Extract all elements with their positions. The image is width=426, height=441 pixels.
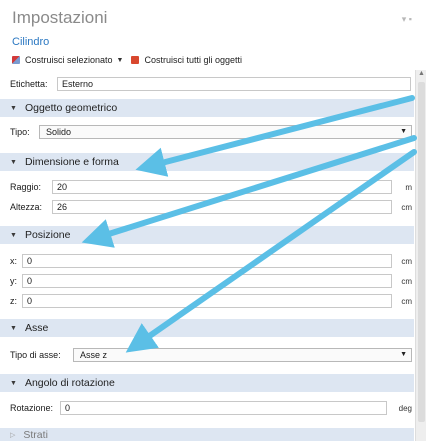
vertical-scrollbar[interactable]: ▲ — [415, 70, 426, 441]
height-unit: cm — [401, 202, 412, 212]
height-input[interactable]: 26 — [52, 200, 392, 214]
x-label: x: — [10, 256, 18, 266]
type-row: Tipo: Solido ▼ — [0, 125, 414, 139]
height-row: Altezza: 26 cm — [0, 200, 414, 214]
z-unit: cm — [401, 296, 412, 306]
build-selected-icon — [12, 56, 20, 64]
y-input[interactable]: 0 — [22, 274, 392, 288]
rotation-row: Rotazione: 0 deg — [0, 401, 414, 415]
chevron-down-icon: ▼ — [400, 128, 407, 135]
pin-icon[interactable]: ▾ ▪ — [402, 14, 412, 25]
section-title: Angolo di rotazione — [24, 377, 115, 389]
radius-input[interactable]: 20 — [52, 180, 392, 194]
expand-icon: ▼ — [10, 231, 17, 239]
axis-type-row: Tipo di asse: Asse z ▼ — [0, 348, 414, 362]
expand-icon: ▼ — [10, 104, 17, 112]
type-select[interactable]: Solido ▼ — [39, 125, 412, 139]
settings-content: Etichetta: Esterno ▼ Oggetto geometrico … — [0, 73, 414, 441]
type-label: Tipo: — [10, 127, 30, 137]
chevron-down-icon[interactable]: ▼ — [117, 57, 124, 64]
section-layers[interactable]: ▷ Strati — [0, 428, 414, 441]
height-label: Altezza: — [10, 202, 43, 212]
section-title: Asse — [24, 322, 49, 334]
rotation-input[interactable]: 0 — [60, 401, 387, 415]
section-rotation-angle[interactable]: ▼ Angolo di rotazione — [0, 374, 414, 392]
axis-type-label: Tipo di asse: — [10, 350, 61, 360]
section-size-shape[interactable]: ▼ Dimensione e forma — [0, 153, 414, 171]
label-field[interactable]: Esterno — [57, 77, 411, 91]
settings-panel: Impostazioni Cilindro ▾ ▪ Costruisci sel… — [0, 0, 426, 441]
label-field-label: Etichetta: — [10, 79, 48, 89]
node-subtitle: Cilindro — [12, 36, 50, 48]
rotation-unit: deg — [398, 403, 412, 413]
expand-icon: ▼ — [10, 379, 17, 387]
y-label: y: — [10, 276, 18, 286]
page-title: Impostazioni — [12, 8, 108, 27]
y-unit: cm — [401, 276, 412, 286]
section-title: Posizione — [24, 229, 71, 241]
axis-type-value: Asse z — [80, 350, 108, 360]
radius-unit: m — [405, 182, 412, 192]
expand-icon: ▼ — [10, 158, 17, 166]
scroll-thumb[interactable] — [418, 82, 425, 422]
section-geometric-object[interactable]: ▼ Oggetto geometrico — [0, 99, 414, 117]
y-row: y: 0 cm — [0, 274, 414, 288]
axis-type-select[interactable]: Asse z ▼ — [73, 348, 412, 362]
toolbar: Costruisci selezionato ▼ Costruisci tutt… — [12, 53, 242, 67]
chevron-down-icon: ▼ — [400, 351, 407, 358]
radius-label: Raggio: — [10, 182, 42, 192]
x-input[interactable]: 0 — [22, 254, 392, 268]
build-all-icon — [131, 56, 140, 64]
section-position[interactable]: ▼ Posizione — [0, 226, 414, 244]
scroll-up-icon[interactable]: ▲ — [418, 70, 425, 77]
expand-icon: ▼ — [10, 324, 17, 332]
collapsed-icon: ▷ — [10, 432, 16, 439]
rotation-label: Rotazione: — [10, 403, 54, 413]
z-row: z: 0 cm — [0, 294, 414, 308]
section-axis[interactable]: ▼ Asse — [0, 319, 414, 337]
build-selected-button[interactable]: Costruisci selezionato — [25, 55, 113, 65]
type-value: Solido — [46, 127, 72, 137]
section-title: Oggetto geometrico — [24, 102, 118, 114]
label-row: Etichetta: Esterno — [0, 77, 414, 91]
build-all-button[interactable]: Costruisci tutti gli oggetti — [144, 55, 242, 65]
x-row: x: 0 cm — [0, 254, 414, 268]
z-label: z: — [10, 296, 18, 306]
z-input[interactable]: 0 — [22, 294, 392, 308]
section-title: Dimensione e forma — [24, 156, 119, 168]
x-unit: cm — [401, 256, 412, 266]
radius-row: Raggio: 20 m — [0, 180, 414, 194]
section-title: Strati — [23, 429, 48, 441]
